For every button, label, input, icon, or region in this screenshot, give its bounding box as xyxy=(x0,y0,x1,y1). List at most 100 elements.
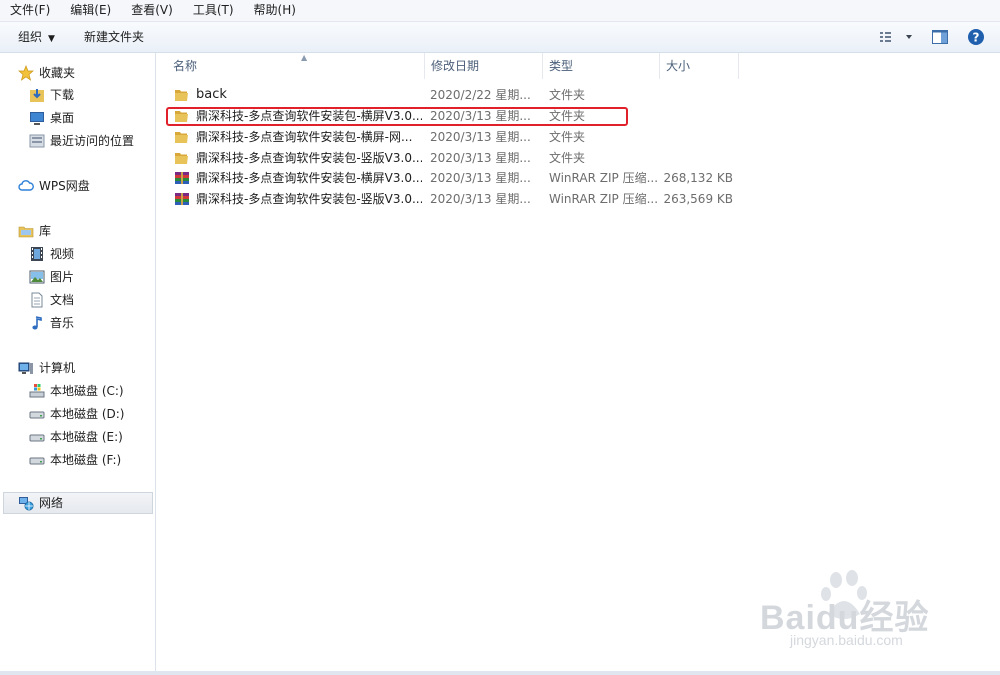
sidebar-computer[interactable]: 计算机 xyxy=(18,358,75,378)
new-folder-button[interactable]: 新建文件夹 xyxy=(84,22,144,52)
column-header-date[interactable]: 修改日期 xyxy=(425,53,543,79)
column-header-size[interactable]: 大小 xyxy=(660,53,739,79)
file-name: 鼎深科技-多点查询软件安装包-竖版V3.0... xyxy=(196,151,422,165)
folder-icon xyxy=(175,153,188,164)
video-icon xyxy=(29,246,45,262)
file-name: 鼎深科技-多点查询软件安装包-横屏V3.0... xyxy=(196,171,422,185)
menu-file[interactable]: 文件(F) xyxy=(0,0,60,21)
sidebar-item-documents[interactable]: 文档 xyxy=(29,290,74,310)
sidebar-item-recent[interactable]: 最近访问的位置 xyxy=(29,131,134,151)
file-date: 2020/3/13 星期... xyxy=(430,171,531,185)
sidebar-libraries[interactable]: 库 xyxy=(18,221,51,241)
file-size: 263,569 KB xyxy=(663,192,733,206)
zip-archive-icon xyxy=(175,193,189,205)
document-icon xyxy=(29,292,45,308)
file-size xyxy=(661,106,733,126)
hard-drive-icon xyxy=(29,406,45,422)
menu-view[interactable]: 查看(V) xyxy=(121,0,183,21)
file-name: back xyxy=(196,87,227,102)
sidebar-wps-label: WPS网盘 xyxy=(39,179,90,193)
file-name-cell: 鼎深科技-多点查询软件安装包-横屏-网... xyxy=(174,127,422,147)
preview-pane-button[interactable] xyxy=(926,27,954,47)
sidebar-item-label: 最近访问的位置 xyxy=(50,134,135,148)
file-name-cell: 鼎深科技-多点查询软件安装包-竖版V3.0... xyxy=(174,189,422,209)
column-header-name[interactable]: 名称 ▲ xyxy=(167,53,425,79)
zip-archive-icon xyxy=(175,172,189,184)
menu-bar: 文件(F) 编辑(E) 查看(V) 工具(T) 帮助(H) xyxy=(0,0,1000,22)
file-row[interactable]: 鼎深科技-多点查询软件安装包-横屏-网... 2020/3/13 星期... 文件夹 xyxy=(164,127,754,147)
sidebar-item-label: 下载 xyxy=(50,88,75,102)
file-size xyxy=(661,127,733,147)
downloads-icon xyxy=(29,87,45,103)
help-icon: ? xyxy=(968,29,984,45)
menu-tools[interactable]: 工具(T) xyxy=(183,0,244,21)
sidebar-network[interactable]: 网络 xyxy=(3,492,153,514)
sidebar-item-pictures[interactable]: 图片 xyxy=(29,267,74,287)
file-name: 鼎深科技-多点查询软件安装包-横屏-网... xyxy=(196,130,413,144)
recent-places-icon xyxy=(29,133,45,149)
sidebar-item-drive-d[interactable]: 本地磁盘 (D:) xyxy=(29,404,124,424)
file-date: 2020/3/13 星期... xyxy=(430,192,531,206)
file-type: WinRAR ZIP 压缩... xyxy=(549,192,659,206)
sidebar-favorites-label: 收藏夹 xyxy=(39,66,76,80)
svg-text:?: ? xyxy=(973,31,980,45)
menu-help[interactable]: 帮助(H) xyxy=(244,0,306,21)
file-type: WinRAR ZIP 压缩... xyxy=(549,171,659,185)
sidebar-item-drive-c[interactable]: 本地磁盘 (C:) xyxy=(29,381,124,401)
system-drive-icon xyxy=(29,383,45,399)
sidebar-item-drive-e[interactable]: 本地磁盘 (E:) xyxy=(29,427,123,447)
sidebar-item-label: 图片 xyxy=(50,270,75,284)
view-options-icon xyxy=(880,32,912,42)
file-type: 文件夹 xyxy=(549,88,586,102)
highlight-annotation xyxy=(166,107,628,126)
hard-drive-icon xyxy=(29,429,45,445)
help-button[interactable]: ? xyxy=(962,27,990,47)
menu-edit[interactable]: 编辑(E) xyxy=(60,0,121,21)
organize-button[interactable]: 组织 ▼ xyxy=(18,22,55,52)
sidebar-computer-label: 计算机 xyxy=(39,361,76,375)
file-row[interactable]: 鼎深科技-多点查询软件安装包-横屏V3.0... 2020/3/13 星期... W… xyxy=(164,168,754,188)
sidebar-item-music[interactable]: 音乐 xyxy=(29,313,74,333)
file-date: 2020/3/13 星期... xyxy=(430,151,531,165)
computer-icon xyxy=(18,360,34,376)
pictures-icon xyxy=(29,269,45,285)
library-folder-icon xyxy=(18,223,34,239)
file-type: 文件夹 xyxy=(549,151,586,165)
watermark-url: jingyan.baidu.com xyxy=(790,632,903,648)
file-name-cell: 鼎深科技-多点查询软件安装包-竖版V3.0... xyxy=(174,148,422,168)
sidebar-item-label: 本地磁盘 (E:) xyxy=(50,430,123,444)
sidebar-item-label: 文档 xyxy=(50,293,75,307)
folder-icon xyxy=(175,132,188,143)
column-header-type[interactable]: 类型 xyxy=(543,53,660,79)
file-row[interactable]: 鼎深科技-多点查询软件安装包-竖版V3.0... 2020/3/13 星期... W… xyxy=(164,189,754,209)
command-bar: 组织 ▼ 新建文件夹 ? xyxy=(0,22,1000,53)
window-bottom-border xyxy=(0,671,1000,675)
sidebar-item-downloads[interactable]: 下载 xyxy=(29,85,74,105)
sidebar-item-videos[interactable]: 视频 xyxy=(29,244,74,264)
sidebar-network-label: 网络 xyxy=(39,496,64,510)
file-row[interactable]: 鼎深科技-多点查询软件安装包-竖版V3.0... 2020/3/13 星期... 文… xyxy=(164,148,754,168)
chevron-down-icon: ▼ xyxy=(48,34,55,44)
navigation-pane: 收藏夹 下载 桌面 最近访问的位置 WPS网盘 库 视频 图片 文档 音乐 计算… xyxy=(0,53,156,671)
sidebar-favorites[interactable]: 收藏夹 xyxy=(18,63,75,83)
organize-label: 组织 xyxy=(18,30,43,44)
sidebar-wps-cloud[interactable]: WPS网盘 xyxy=(18,176,90,196)
hard-drive-icon xyxy=(29,452,45,468)
file-row[interactable]: back 2020/2/22 星期... 文件夹 xyxy=(164,85,754,105)
music-note-icon xyxy=(29,315,45,331)
sidebar-item-label: 本地磁盘 (F:) xyxy=(50,453,122,467)
baidu-jingyan-watermark: Baidu经验 jingyan.baidu.com xyxy=(760,570,960,650)
file-name-cell: 鼎深科技-多点查询软件安装包-横屏V3.0... xyxy=(174,168,422,188)
cloud-icon xyxy=(18,178,34,194)
file-name-cell: back xyxy=(174,85,422,105)
sidebar-item-label: 本地磁盘 (C:) xyxy=(50,384,124,398)
sidebar-item-drive-f[interactable]: 本地磁盘 (F:) xyxy=(29,450,121,470)
star-icon xyxy=(18,65,34,81)
column-header-label: 名称 xyxy=(173,59,198,73)
sidebar-item-label: 本地磁盘 (D:) xyxy=(50,407,125,421)
sidebar-item-label: 音乐 xyxy=(50,316,75,330)
sidebar-item-desktop[interactable]: 桌面 xyxy=(29,108,74,128)
change-view-button[interactable] xyxy=(876,27,916,47)
desktop-icon xyxy=(29,110,45,126)
file-size xyxy=(661,148,733,168)
